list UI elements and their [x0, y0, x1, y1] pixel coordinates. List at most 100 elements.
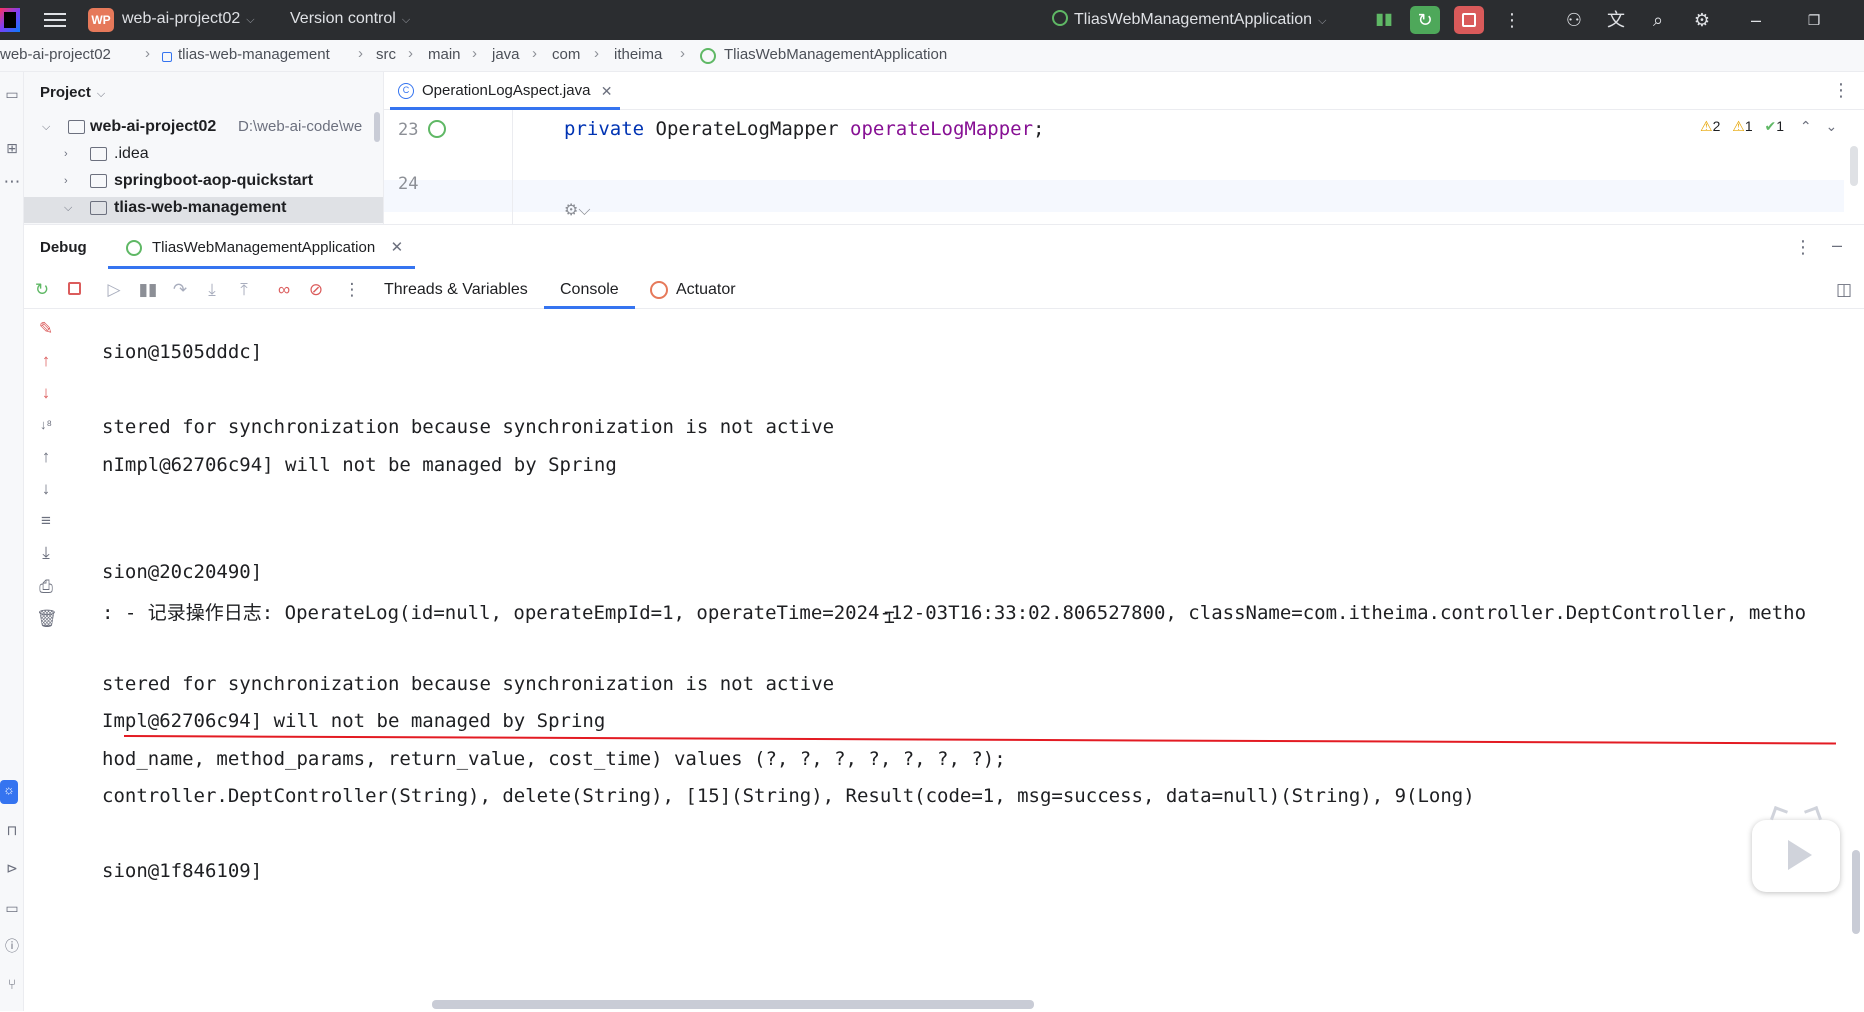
more-tools-icon[interactable]: ⋯ [2, 172, 22, 192]
breadcrumb: web-ai-project02 › tlias-web-management … [0, 40, 1864, 72]
more-options-icon[interactable]: ⋮ [1794, 237, 1812, 258]
terminal-icon[interactable]: ▭ [2, 898, 22, 918]
clear-highlight-icon[interactable]: ✎ [36, 319, 56, 339]
tree-item-idea[interactable]: › .idea [24, 143, 383, 169]
step-over-icon[interactable]: ↷ [170, 280, 190, 300]
stop-icon[interactable] [64, 280, 84, 300]
close-icon[interactable]: ✕ [601, 72, 613, 110]
layout-icon[interactable]: ◫ [1834, 280, 1854, 300]
resume-program-icon[interactable]: ▷ [104, 280, 124, 300]
breadcrumb-item[interactable]: java [492, 46, 520, 63]
services-icon[interactable]: ⊓ [2, 820, 22, 840]
mute-breakpoints-icon[interactable]: ⊘ [306, 280, 326, 300]
tree-item-tlias[interactable]: ⌵ tlias-web-management [24, 197, 383, 223]
pause-icon[interactable]: ▮▮ [138, 280, 158, 300]
build-icon[interactable]: ⊳ [2, 858, 22, 878]
tab-menu-icon[interactable]: ⋮ [1832, 80, 1850, 101]
console-line: Impl@62706c94] will not be managed by Sp… [102, 710, 606, 732]
project-scrollbar[interactable] [374, 112, 380, 142]
tree-item-root[interactable]: ⌵ web-ai-project02 D:\web-ai-code\we [24, 116, 383, 142]
hide-panel-icon[interactable]: – [1832, 235, 1842, 256]
rerun-icon[interactable]: ↻ [32, 280, 52, 300]
resume-icon[interactable]: ▮▮ [1374, 10, 1394, 30]
console-line: stered for synchronization because synch… [102, 416, 835, 438]
console-horizontal-scrollbar[interactable] [432, 1000, 1034, 1009]
soft-wrap-icon[interactable]: ≡ [36, 511, 56, 531]
minimize-icon[interactable]: – [1746, 10, 1766, 30]
version-control-menu[interactable]: Version control ⌵ [290, 10, 410, 28]
debug-session-tab[interactable]: TliasWebManagementApplication ✕ [108, 225, 416, 271]
tab-actuator[interactable]: Actuator [676, 271, 736, 309]
sort-icon[interactable]: ↓⁸ [36, 415, 56, 435]
chevron-right-icon: › [64, 148, 68, 160]
translate-icon[interactable]: 文 [1606, 10, 1626, 30]
chevron-right-icon: › [64, 175, 68, 187]
module-folder-icon [90, 174, 107, 188]
tree-item-path: D:\web-ai-code\we [238, 118, 363, 135]
chevron-down-icon: ⌵ [246, 14, 255, 26]
inspection-widget[interactable]: ⚠2 ⚠1 ✔1 ⌃ ⌄ [1700, 118, 1837, 135]
console-line: hod_name, method_params, return_value, c… [102, 748, 1006, 770]
module-icon [162, 52, 172, 62]
more-actions-icon[interactable]: ⋮ [1502, 10, 1522, 30]
chevron-right-icon: › [532, 45, 537, 62]
breadcrumb-item[interactable]: src [376, 46, 396, 63]
breadcrumb-item[interactable]: com [552, 46, 580, 63]
scroll-up-icon[interactable]: ↑ [36, 447, 56, 467]
code-line[interactable]: private OperateLogMapper operateLogMappe… [564, 118, 1045, 140]
tree-item-label: .idea [114, 145, 149, 162]
folder-icon[interactable]: ▭ [2, 84, 22, 104]
tab-threads-variables[interactable]: Threads & Variables [384, 271, 528, 309]
breadcrumb-item[interactable]: web-ai-project02 [0, 46, 111, 63]
tab-console[interactable]: Console [544, 271, 635, 309]
trash-icon[interactable]: 🗑 [36, 609, 58, 629]
project-badge[interactable]: WP [88, 8, 114, 32]
ok-count: 1 [1776, 118, 1785, 134]
problems-icon[interactable]: ⓘ [2, 936, 22, 956]
chevron-up-icon: ⌃ [1799, 118, 1812, 134]
view-breakpoints-icon[interactable]: ∞ [274, 280, 294, 300]
step-into-icon[interactable]: ⤓ [202, 280, 222, 300]
close-icon[interactable]: ✕ [391, 225, 404, 271]
console-output[interactable]: sion@1505dddc] stered for synchronizatio… [68, 311, 1864, 1012]
tree-item-aop-quickstart[interactable]: › springboot-aop-quickstart [24, 170, 383, 196]
console-line: sion@20c20490] [102, 561, 263, 583]
editor-tab[interactable]: C OperationLogAspect.java ✕ [390, 72, 621, 110]
debug-tool-icon[interactable]: ☼ [0, 780, 18, 804]
bean-gutter-icon[interactable] [428, 120, 446, 138]
chevron-down-icon: ⌵ [1318, 15, 1327, 27]
main-menu-icon[interactable] [44, 10, 66, 30]
settings-icon[interactable]: ⚙ [1692, 10, 1712, 30]
breadcrumb-item[interactable]: main [428, 46, 461, 63]
breadcrumb-item[interactable]: TliasWebManagementApplication [724, 46, 947, 63]
editor-scrollbar[interactable] [1850, 146, 1858, 186]
aop-gutter-icon[interactable]: ⚙⌵ [564, 200, 590, 220]
rerun-button[interactable]: ↻ [1410, 6, 1440, 34]
chevron-right-icon: › [680, 45, 685, 62]
structure-icon[interactable]: ⊞ [2, 138, 22, 158]
breadcrumb-item[interactable]: tlias-web-management [178, 46, 330, 63]
debug-panel: Debug TliasWebManagementApplication ✕ ⋮ … [24, 224, 1864, 1011]
console-vertical-scrollbar[interactable] [1852, 850, 1860, 934]
folder-icon [90, 147, 107, 161]
step-out-icon[interactable]: ⤒ [234, 280, 254, 300]
stop-button[interactable] [1454, 6, 1484, 34]
print-icon[interactable]: ⎙ [36, 577, 56, 597]
more-icon[interactable]: ⋮ [342, 280, 362, 300]
play-overlay[interactable] [1752, 806, 1840, 892]
run-config-selector[interactable]: TliasWebManagementApplication ⌵ [1052, 10, 1326, 29]
down-stack-icon[interactable]: ↓ [36, 383, 56, 403]
breadcrumb-item[interactable]: itheima [614, 46, 662, 63]
scroll-down-icon[interactable]: ↓ [36, 479, 56, 499]
class-icon: C [398, 83, 414, 99]
project-switcher[interactable]: web-ai-project02 ⌵ [122, 10, 255, 28]
up-stack-icon[interactable]: ↑ [36, 351, 56, 371]
project-panel-title[interactable]: Project ⌵ [40, 84, 105, 101]
chevron-down-icon: ⌵ [401, 14, 411, 26]
scroll-to-end-icon[interactable]: ⤓ [36, 543, 56, 563]
git-icon[interactable]: ⑂ [2, 974, 22, 994]
account-icon[interactable]: ⚇ [1564, 10, 1584, 30]
chevron-right-icon: › [358, 45, 363, 62]
search-icon[interactable]: ⌕ [1648, 10, 1668, 30]
restore-icon[interactable]: ❐ [1804, 10, 1824, 30]
